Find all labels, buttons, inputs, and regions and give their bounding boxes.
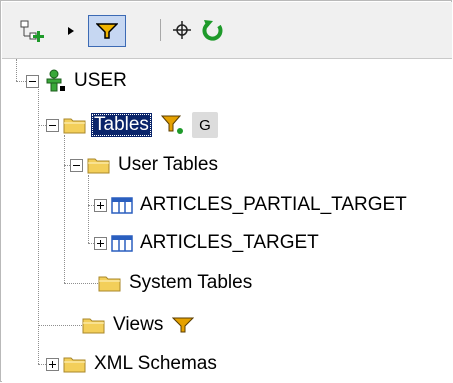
table-icon <box>111 235 133 252</box>
expand-toggle[interactable] <box>46 357 59 371</box>
filter-funnel-icon <box>96 23 118 39</box>
tree-add-icon <box>20 20 44 42</box>
locate-button[interactable] <box>171 19 193 41</box>
triangle-right-icon <box>68 27 74 35</box>
expand-toggle[interactable] <box>94 198 107 212</box>
tree-node-xml-schemas[interactable]: XML Schemas <box>46 351 220 377</box>
user-schema-icon <box>46 69 65 92</box>
expand-toggle[interactable] <box>94 236 107 250</box>
filter-button[interactable] <box>88 15 126 47</box>
tree-line <box>64 135 65 283</box>
tree-line <box>38 364 46 365</box>
folder-icon <box>87 158 110 174</box>
tree-line <box>16 81 26 82</box>
add-node-button[interactable] <box>18 18 48 44</box>
browser-panel: USER Tables G User Tables ARTICLES_PARTI… <box>0 0 452 382</box>
tree-node-views[interactable]: Views <box>82 312 195 338</box>
crosshair-icon <box>173 21 191 39</box>
node-label: USER <box>74 70 127 91</box>
tree-line <box>38 325 82 326</box>
collapse-toggle[interactable] <box>46 118 59 132</box>
node-label: User Tables <box>118 154 218 175</box>
filter-funnel-icon[interactable] <box>160 113 186 137</box>
schema-tree: USER Tables G User Tables ARTICLES_PARTI… <box>2 59 452 382</box>
node-label: XML Schemas <box>94 353 217 374</box>
filter-badge[interactable]: G <box>191 112 218 138</box>
folder-icon <box>63 118 86 134</box>
refresh-button[interactable] <box>200 18 226 42</box>
tree-line <box>38 89 39 364</box>
tree-node-tables[interactable]: Tables G <box>46 112 218 138</box>
tree-node-user-tables[interactable]: User Tables <box>70 152 221 178</box>
table-icon <box>111 197 133 214</box>
folder-icon <box>98 276 121 292</box>
node-label: ARTICLES_TARGET <box>140 232 319 253</box>
node-label: Tables <box>91 113 152 137</box>
filter-funnel-icon[interactable] <box>172 315 195 335</box>
folder-icon <box>63 357 86 373</box>
tree-line <box>88 175 89 243</box>
tree-line <box>16 59 17 81</box>
tree-node-table[interactable]: ARTICLES_PARTIAL_TARGET <box>94 192 410 218</box>
tree-node-table[interactable]: ARTICLES_TARGET <box>94 230 322 256</box>
refresh-icon <box>202 20 223 41</box>
node-label: Views <box>113 314 164 335</box>
collapse-toggle[interactable] <box>26 74 39 88</box>
collapse-toggle[interactable] <box>70 158 83 172</box>
tree-node-user[interactable]: USER <box>26 68 130 94</box>
tree-line <box>38 125 46 126</box>
toolbar <box>2 2 452 59</box>
tree-node-system-tables[interactable]: System Tables <box>98 270 255 296</box>
tree-line <box>64 283 98 284</box>
node-label: System Tables <box>129 272 253 293</box>
node-label: ARTICLES_PARTIAL_TARGET <box>140 194 407 215</box>
folder-icon <box>82 318 105 334</box>
toolbar-separator <box>160 19 161 41</box>
dropdown-arrow[interactable] <box>66 24 76 38</box>
